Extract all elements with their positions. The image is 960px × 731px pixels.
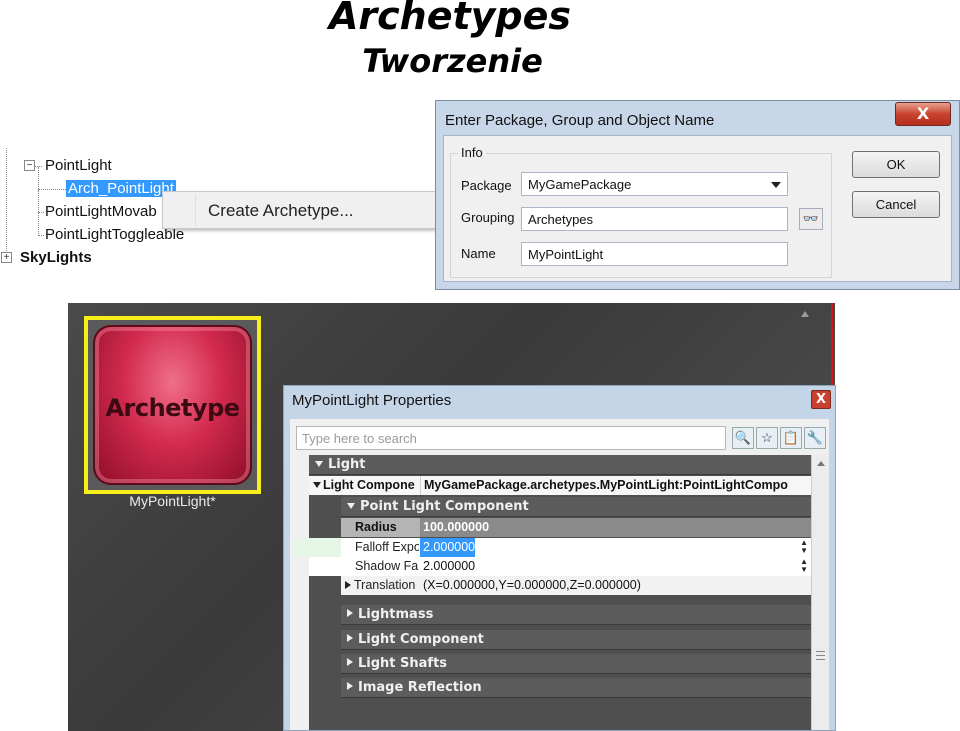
property-scrollbar[interactable]: [811, 455, 829, 730]
property-name: Translation: [341, 576, 420, 595]
name-label: Name: [461, 246, 496, 261]
property-row-shadow[interactable]: Shadow Fa 2.000000 ▲ ▼: [309, 557, 811, 576]
name-dialog: Enter Package, Group and Object Name X I…: [435, 100, 960, 290]
expand-right-icon: [347, 682, 353, 690]
expand-right-icon: [347, 658, 353, 666]
package-value: MyGamePackage: [528, 177, 632, 192]
expand-right-icon: [347, 634, 353, 642]
category-light-shafts[interactable]: Light Shafts: [341, 654, 811, 674]
package-label: Package: [461, 178, 512, 193]
thumbnail-caption: MyPointLight*: [129, 493, 216, 509]
tree-item-skylights[interactable]: SkyLights: [20, 249, 92, 266]
property-value: (X=0.000000,Y=0.000000,Z=0.000000): [423, 578, 641, 592]
tree-expand-icon[interactable]: +: [1, 252, 12, 263]
scroll-up-icon[interactable]: [817, 461, 825, 466]
name-value: MyPointLight: [528, 247, 604, 262]
cancel-button[interactable]: Cancel: [852, 191, 940, 218]
property-name: Falloff Expo: [355, 540, 419, 554]
property-row-radius[interactable]: Radius 100.000000: [341, 518, 811, 537]
info-group-label: Info: [458, 145, 486, 160]
spinner-icon[interactable]: ▲ ▼: [800, 558, 808, 574]
category-point-light-component[interactable]: Point Light Component: [341, 497, 811, 517]
grouping-label: Grouping: [461, 210, 515, 225]
dialog-titlebar[interactable]: Enter Package, Group and Object Name X: [436, 101, 959, 135]
light-component-row[interactable]: Light Compone MyGamePackage.archetypes.M…: [309, 476, 811, 495]
tree-collapse-icon[interactable]: −: [24, 160, 35, 171]
category-image-reflection[interactable]: Image Reflection: [341, 678, 811, 698]
find-binoculars-icon[interactable]: 👓: [799, 208, 823, 230]
archetype-icon: Archetype: [93, 325, 252, 485]
property-grid: Light Light Compone MyGamePackage.archet…: [294, 455, 811, 730]
tree-item-label: Arch_PointLight: [66, 180, 176, 197]
spinner-icon[interactable]: ▲ ▼: [800, 539, 808, 555]
property-row-translation[interactable]: Translation (X=0.000000,Y=0.000000,Z=0.0…: [341, 576, 811, 595]
properties-title: MyPointLight Properties: [292, 392, 452, 409]
slide-subtitle: Tworzenie: [362, 42, 543, 80]
package-combobox[interactable]: MyGamePackage: [521, 172, 788, 196]
property-row-falloff[interactable]: Falloff Expo 2.000000 ▲ ▼: [294, 538, 811, 557]
tree-item-arch-pointlight[interactable]: Arch_PointLight: [66, 180, 176, 197]
viewport-border: [831, 303, 833, 388]
thumbnail-label: Archetype: [105, 394, 240, 422]
name-field[interactable]: MyPointLight: [521, 242, 788, 266]
grouping-value: Archetypes: [528, 212, 594, 227]
property-name: Light Compone: [309, 476, 420, 495]
expand-right-icon: [347, 609, 353, 617]
property-value: 2.000000: [420, 538, 475, 557]
tree-item-label: SkyLights: [20, 249, 92, 266]
property-value: 100.000000: [420, 518, 811, 537]
slide-title: Archetypes: [328, 0, 572, 38]
tree-item-pointlight[interactable]: PointLight: [45, 157, 112, 174]
property-value: 2.000000: [423, 559, 476, 573]
menu-item-create-archetype[interactable]: Create Archetype...: [208, 201, 354, 221]
category-lightmass[interactable]: Lightmass: [341, 605, 811, 625]
properties-window: MyPointLight Properties X Type here to s…: [283, 385, 836, 731]
star-icon[interactable]: ☆: [756, 427, 778, 449]
scroll-up-icon[interactable]: [801, 311, 809, 317]
dialog-title: Enter Package, Group and Object Name: [445, 112, 715, 129]
grouping-field[interactable]: Archetypes: [521, 207, 788, 231]
wrench-icon[interactable]: 🔧: [804, 427, 826, 449]
property-name: Radius: [355, 520, 397, 534]
expand-down-icon: [315, 461, 323, 467]
category-light-component[interactable]: Light Component: [341, 630, 811, 650]
chevron-down-icon[interactable]: [771, 182, 781, 188]
category-light[interactable]: Light: [309, 455, 811, 475]
ok-button[interactable]: OK: [852, 151, 940, 178]
property-value: MyGamePackage.archetypes.MyPointLight:Po…: [420, 476, 811, 495]
property-search-input[interactable]: Type here to search: [296, 426, 726, 450]
properties-close-button[interactable]: X: [811, 390, 831, 409]
archetype-thumbnail[interactable]: Archetype: [84, 316, 261, 494]
menu-separator: [195, 194, 196, 226]
scroll-grip-icon[interactable]: [816, 651, 825, 660]
dialog-close-button[interactable]: X: [895, 102, 951, 126]
tree-item-label: PointLightMovab: [45, 203, 157, 220]
context-menu: Create Archetype...: [162, 191, 442, 229]
clipboard-icon[interactable]: 📋: [780, 427, 802, 449]
tree-item-pointlightmovable[interactable]: PointLightMovab: [45, 203, 157, 220]
expand-down-icon: [347, 503, 355, 509]
tree-item-label: PointLight: [45, 157, 112, 174]
properties-body: Type here to search 🔍 ☆ 📋 🔧 Light Light …: [290, 419, 829, 730]
search-icon[interactable]: 🔍: [732, 427, 754, 449]
dialog-body: Info Package MyGamePackage Grouping Arch…: [443, 135, 952, 282]
property-name: Shadow Fa: [355, 559, 419, 573]
